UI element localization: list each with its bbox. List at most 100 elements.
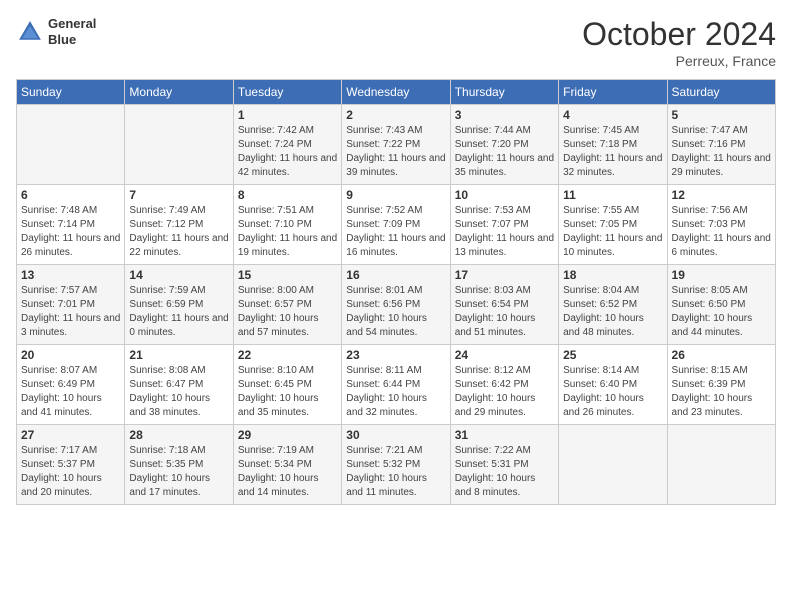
calendar-cell: 28 Sunrise: 7:18 AMSunset: 5:35 PMDayligh… bbox=[125, 425, 233, 505]
day-info: Sunrise: 7:22 AMSunset: 5:31 PMDaylight:… bbox=[455, 444, 554, 500]
day-number: 23 bbox=[346, 348, 445, 362]
calendar-cell: 14Sunrise: 7:59 AMSunset: 6:59 PMDayligh… bbox=[125, 265, 233, 345]
day-info: Sunrise: 7:43 AMSunset: 7:22 PMDaylight:… bbox=[346, 124, 445, 180]
day-number: 22 bbox=[238, 348, 337, 362]
day-info: Sunrise: 7:59 AMSunset: 6:59 PMDaylight:… bbox=[129, 284, 228, 340]
calendar-week-row: 1Sunrise: 7:42 AMSunset: 7:24 PMDaylight… bbox=[17, 105, 776, 185]
calendar-cell: 2 Sunrise: 7:43 AMSunset: 7:22 PMDaylight… bbox=[342, 105, 450, 185]
logo-line2: Blue bbox=[48, 32, 96, 48]
day-info: Sunrise: 7:47 AMSunset: 7:16 PMDaylight:… bbox=[672, 124, 771, 180]
day-info: Sunrise: 7:52 AMSunset: 7:09 PMDaylight:… bbox=[346, 204, 445, 260]
day-info: Sunrise: 8:03 AMSunset: 6:54 PMDaylight:… bbox=[455, 284, 554, 340]
day-info: Sunrise: 8:14 AMSunset: 6:40 PMDaylight:… bbox=[563, 364, 662, 420]
calendar-cell: 24 Sunrise: 8:12 AMSunset: 6:42 PMDayligh… bbox=[450, 345, 558, 425]
calendar-week-row: 20Sunrise: 8:07 AMSunset: 6:49 PMDayligh… bbox=[17, 345, 776, 425]
calendar-cell: 27 Sunrise: 7:17 AMSunset: 5:37 PMDayligh… bbox=[17, 425, 125, 505]
day-number: 26 bbox=[672, 348, 771, 362]
calendar-cell: 5 Sunrise: 7:47 AMSunset: 7:16 PMDaylight… bbox=[667, 105, 775, 185]
day-header: Thursday bbox=[450, 80, 558, 105]
day-number: 4 bbox=[563, 108, 662, 122]
calendar-cell: 30Sunrise: 7:21 AMSunset: 5:32 PMDayligh… bbox=[342, 425, 450, 505]
day-number: 8 bbox=[238, 188, 337, 202]
calendar-cell: 7 Sunrise: 7:49 AMSunset: 7:12 PMDaylight… bbox=[125, 185, 233, 265]
day-info: Sunrise: 8:04 AMSunset: 6:52 PMDaylight:… bbox=[563, 284, 662, 340]
calendar-header-row: SundayMondayTuesdayWednesdayThursdayFrid… bbox=[17, 80, 776, 105]
day-number: 7 bbox=[129, 188, 228, 202]
day-info: Sunrise: 7:17 AMSunset: 5:37 PMDaylight:… bbox=[21, 444, 120, 500]
day-info: Sunrise: 7:56 AMSunset: 7:03 PMDaylight:… bbox=[672, 204, 771, 260]
day-info: Sunrise: 8:12 AMSunset: 6:42 PMDaylight:… bbox=[455, 364, 554, 420]
calendar-cell: 13 Sunrise: 7:57 AMSunset: 7:01 PMDayligh… bbox=[17, 265, 125, 345]
day-info: Sunrise: 8:07 AMSunset: 6:49 PMDaylight:… bbox=[21, 364, 120, 420]
calendar-cell: 23 Sunrise: 8:11 AMSunset: 6:44 PMDayligh… bbox=[342, 345, 450, 425]
calendar-cell: 17 Sunrise: 8:03 AMSunset: 6:54 PMDayligh… bbox=[450, 265, 558, 345]
calendar-cell: 21 Sunrise: 8:08 AMSunset: 6:47 PMDayligh… bbox=[125, 345, 233, 425]
day-number: 24 bbox=[455, 348, 554, 362]
day-info: Sunrise: 8:00 AMSunset: 6:57 PMDaylight:… bbox=[238, 284, 337, 340]
calendar-cell: 12 Sunrise: 7:56 AMSunset: 7:03 PMDayligh… bbox=[667, 185, 775, 265]
calendar-table: SundayMondayTuesdayWednesdayThursdayFrid… bbox=[16, 79, 776, 505]
calendar-cell: 31Sunrise: 7:22 AMSunset: 5:31 PMDayligh… bbox=[450, 425, 558, 505]
calendar-cell: 15Sunrise: 8:00 AMSunset: 6:57 PMDayligh… bbox=[233, 265, 341, 345]
day-info: Sunrise: 7:51 AMSunset: 7:10 PMDaylight:… bbox=[238, 204, 337, 260]
day-info: Sunrise: 8:08 AMSunset: 6:47 PMDaylight:… bbox=[129, 364, 228, 420]
calendar-week-row: 13 Sunrise: 7:57 AMSunset: 7:01 PMDayligh… bbox=[17, 265, 776, 345]
day-number: 5 bbox=[672, 108, 771, 122]
day-header: Wednesday bbox=[342, 80, 450, 105]
calendar-cell: 18 Sunrise: 8:04 AMSunset: 6:52 PMDayligh… bbox=[559, 265, 667, 345]
calendar-cell bbox=[17, 105, 125, 185]
day-info: Sunrise: 8:15 AMSunset: 6:39 PMDaylight:… bbox=[672, 364, 771, 420]
day-info: Sunrise: 7:55 AMSunset: 7:05 PMDaylight:… bbox=[563, 204, 662, 260]
day-info: Sunrise: 8:01 AMSunset: 6:56 PMDaylight:… bbox=[346, 284, 445, 340]
calendar-cell: 20Sunrise: 8:07 AMSunset: 6:49 PMDayligh… bbox=[17, 345, 125, 425]
calendar-cell: 11Sunrise: 7:55 AMSunset: 7:05 PMDayligh… bbox=[559, 185, 667, 265]
day-info: Sunrise: 7:44 AMSunset: 7:20 PMDaylight:… bbox=[455, 124, 554, 180]
day-number: 25 bbox=[563, 348, 662, 362]
calendar-cell: 22 Sunrise: 8:10 AMSunset: 6:45 PMDayligh… bbox=[233, 345, 341, 425]
day-number: 13 bbox=[21, 268, 120, 282]
day-info: Sunrise: 7:49 AMSunset: 7:12 PMDaylight:… bbox=[129, 204, 228, 260]
calendar-cell: 25 Sunrise: 8:14 AMSunset: 6:40 PMDayligh… bbox=[559, 345, 667, 425]
calendar-cell: 9 Sunrise: 7:52 AMSunset: 7:09 PMDaylight… bbox=[342, 185, 450, 265]
logo-text: General Blue bbox=[48, 16, 96, 47]
day-number: 19 bbox=[672, 268, 771, 282]
day-info: Sunrise: 8:10 AMSunset: 6:45 PMDaylight:… bbox=[238, 364, 337, 420]
calendar-cell: 29 Sunrise: 7:19 AMSunset: 5:34 PMDayligh… bbox=[233, 425, 341, 505]
day-number: 27 bbox=[21, 428, 120, 442]
calendar-week-row: 6 Sunrise: 7:48 AMSunset: 7:14 PMDaylight… bbox=[17, 185, 776, 265]
calendar-cell: 6 Sunrise: 7:48 AMSunset: 7:14 PMDaylight… bbox=[17, 185, 125, 265]
calendar-cell: 4 Sunrise: 7:45 AMSunset: 7:18 PMDaylight… bbox=[559, 105, 667, 185]
day-number: 30 bbox=[346, 428, 445, 442]
day-info: Sunrise: 7:45 AMSunset: 7:18 PMDaylight:… bbox=[563, 124, 662, 180]
calendar-cell: 10Sunrise: 7:53 AMSunset: 7:07 PMDayligh… bbox=[450, 185, 558, 265]
day-number: 18 bbox=[563, 268, 662, 282]
day-header: Saturday bbox=[667, 80, 775, 105]
day-number: 29 bbox=[238, 428, 337, 442]
day-info: Sunrise: 7:53 AMSunset: 7:07 PMDaylight:… bbox=[455, 204, 554, 260]
calendar-cell: 3 Sunrise: 7:44 AMSunset: 7:20 PMDaylight… bbox=[450, 105, 558, 185]
day-number: 12 bbox=[672, 188, 771, 202]
calendar-cell bbox=[125, 105, 233, 185]
logo-icon bbox=[16, 18, 44, 46]
calendar-cell: 26 Sunrise: 8:15 AMSunset: 6:39 PMDayligh… bbox=[667, 345, 775, 425]
day-number: 6 bbox=[21, 188, 120, 202]
day-number: 21 bbox=[129, 348, 228, 362]
day-info: Sunrise: 7:18 AMSunset: 5:35 PMDaylight:… bbox=[129, 444, 228, 500]
page-header: General Blue October 2024 Perreux, Franc… bbox=[16, 16, 776, 69]
day-info: Sunrise: 7:48 AMSunset: 7:14 PMDaylight:… bbox=[21, 204, 120, 260]
day-number: 3 bbox=[455, 108, 554, 122]
day-header: Monday bbox=[125, 80, 233, 105]
day-number: 28 bbox=[129, 428, 228, 442]
day-info: Sunrise: 7:57 AMSunset: 7:01 PMDaylight:… bbox=[21, 284, 120, 340]
calendar-cell: 19Sunrise: 8:05 AMSunset: 6:50 PMDayligh… bbox=[667, 265, 775, 345]
logo-line1: General bbox=[48, 16, 96, 32]
day-info: Sunrise: 8:11 AMSunset: 6:44 PMDaylight:… bbox=[346, 364, 445, 420]
day-number: 9 bbox=[346, 188, 445, 202]
day-header: Sunday bbox=[17, 80, 125, 105]
calendar-cell bbox=[667, 425, 775, 505]
day-number: 17 bbox=[455, 268, 554, 282]
day-info: Sunrise: 7:19 AMSunset: 5:34 PMDaylight:… bbox=[238, 444, 337, 500]
day-number: 2 bbox=[346, 108, 445, 122]
month-title: October 2024 bbox=[582, 16, 776, 53]
calendar-cell: 1Sunrise: 7:42 AMSunset: 7:24 PMDaylight… bbox=[233, 105, 341, 185]
